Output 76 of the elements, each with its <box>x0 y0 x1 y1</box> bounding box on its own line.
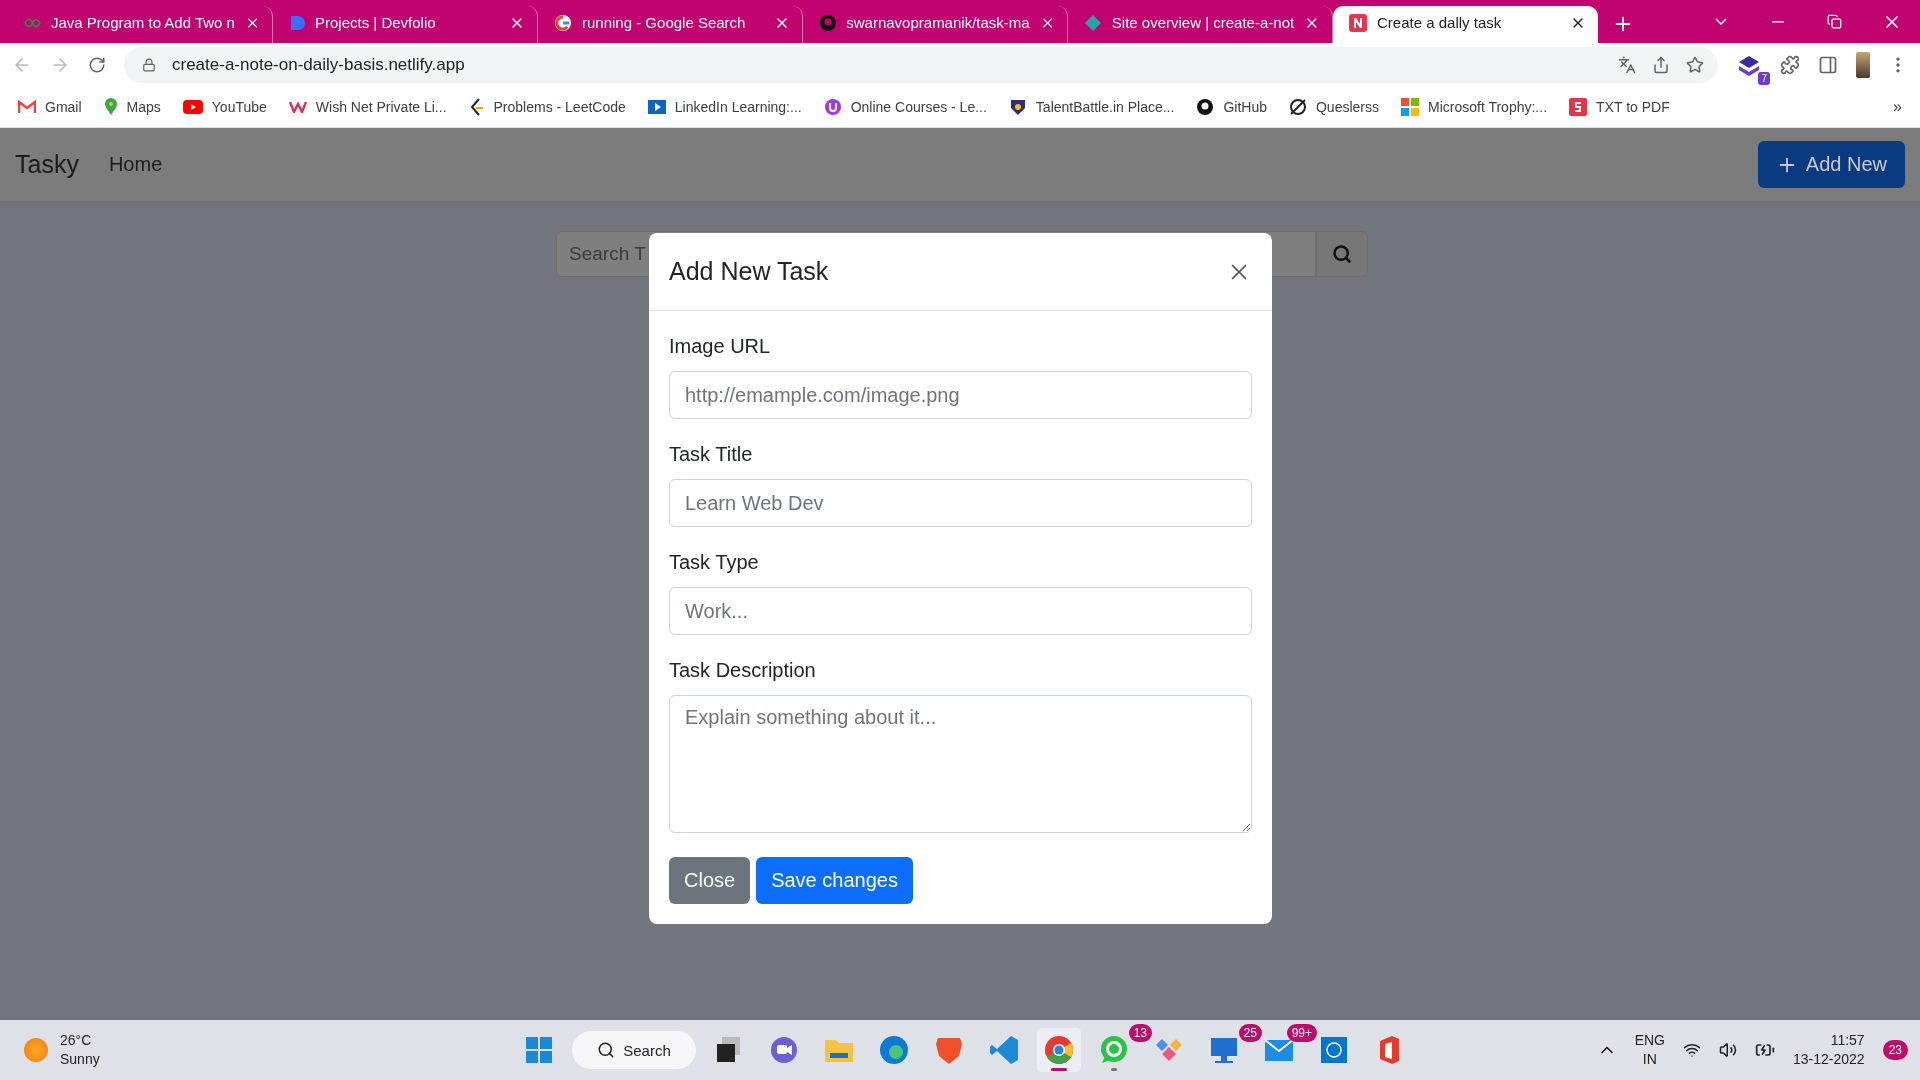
bookmark-link[interactable]: GitHub <box>1196 98 1267 116</box>
reload-icon[interactable] <box>88 56 106 74</box>
description-field[interactable]: Explain something about it... <box>669 695 1252 833</box>
translate-icon[interactable] <box>1618 56 1636 74</box>
bookmark-link[interactable]: Microsoft Trophy:... <box>1401 98 1548 116</box>
s-logo-icon <box>1569 98 1588 116</box>
running-indicator <box>1111 1068 1117 1071</box>
count-badge: 25 <box>1238 1024 1262 1042</box>
field-label: Image URL <box>669 334 772 359</box>
bookmark-link[interactable]: YouTube <box>182 99 267 115</box>
count-badge: 99+ <box>1286 1024 1317 1042</box>
blob-icon <box>289 14 305 31</box>
nav-link[interactable]: Home <box>108 153 163 176</box>
windows-logo-icon <box>1401 98 1419 116</box>
lock-icon <box>142 58 156 72</box>
input-field[interactable]: http://emample.com/image.png <box>669 371 1252 419</box>
minimize-icon <box>1771 20 1784 23</box>
url-text: create-a-note-on-daily-basis.netlify.app <box>172 55 466 75</box>
count-badge: 13 <box>1128 1024 1152 1042</box>
search-button[interactable] <box>1316 231 1368 277</box>
address-bar[interactable]: create-a-note-on-daily-basis.netlify.app <box>124 47 1718 83</box>
side-panel-icon[interactable] <box>1818 55 1838 75</box>
bookmark-link[interactable]: Wish Net Private Li... <box>288 99 447 115</box>
w-logo-icon <box>288 101 307 113</box>
browser-icon <box>877 1033 911 1067</box>
search-icon <box>1332 244 1352 264</box>
field-label: Task Description <box>669 658 817 683</box>
play-icon <box>647 100 666 114</box>
save-button[interactable]: Save changes <box>756 857 913 904</box>
wifi-icon[interactable] <box>1683 1041 1701 1059</box>
notification-badge[interactable]: 23 <box>1882 1040 1908 1060</box>
shield-icon <box>1008 98 1027 116</box>
chevron-down-icon <box>1714 18 1727 25</box>
volume-icon[interactable] <box>1719 1041 1737 1059</box>
input-field[interactable]: Work... <box>669 587 1252 635</box>
weather-condition: Sunny <box>60 1050 100 1069</box>
code-editor-icon <box>987 1033 1021 1067</box>
bookmark-link[interactable]: TXT to PDF <box>1569 98 1670 116</box>
language-indicator[interactable]: ENG IN <box>1634 1031 1665 1069</box>
browser-tab[interactable]: Create a dally task <box>1333 6 1598 43</box>
map-pin-icon <box>103 98 118 116</box>
count-badge: 7 <box>1758 72 1770 85</box>
restore-icon <box>1827 14 1842 29</box>
bookmark-link[interactable]: Gmail <box>18 99 82 115</box>
field-label: Task Type <box>669 550 760 575</box>
running-indicator <box>1051 1068 1067 1071</box>
play-icon <box>182 100 203 114</box>
leaf-icon <box>24 16 41 29</box>
bookmark-link[interactable]: Problems - LeetCode <box>468 98 626 116</box>
bookmark-link[interactable]: Online Courses - Le... <box>823 98 987 116</box>
crossed-circle-icon <box>1288 98 1307 116</box>
bookmark-star-icon[interactable] <box>1686 56 1704 74</box>
mail-icon <box>18 100 36 114</box>
close-button[interactable]: Close <box>669 857 751 904</box>
modal-title: Add New Task <box>669 257 829 286</box>
bookmark-link[interactable]: Queslerss <box>1288 98 1379 116</box>
bookmark-link[interactable]: LinkedIn Learning:... <box>647 99 802 115</box>
n-logo-icon <box>1349 13 1367 32</box>
bookmark-link[interactable]: TalentBattle.in Place... <box>1008 98 1175 116</box>
share-icon[interactable] <box>1652 56 1670 74</box>
u-logo-icon <box>823 98 842 116</box>
add-new-button[interactable]: Add New <box>1757 141 1905 188</box>
field-label: Task Title <box>669 442 754 467</box>
bookmark-link[interactable]: Maps <box>103 98 161 116</box>
bracket-icon <box>468 98 485 116</box>
taskbar-search-button[interactable]: Search <box>572 1031 696 1069</box>
extensions-icon[interactable] <box>1780 55 1800 75</box>
clock[interactable]: 11:57 13-12-2022 <box>1793 1031 1865 1069</box>
temperature-text: 26°C <box>60 1031 93 1050</box>
search-icon <box>597 1041 616 1059</box>
more-bookmarks-button[interactable]: » <box>1893 98 1902 116</box>
brand-link[interactable]: Tasky <box>15 150 79 179</box>
sun-icon <box>24 1038 48 1062</box>
profile-avatar[interactable] <box>1856 52 1870 78</box>
diamond-icon <box>1084 13 1102 32</box>
input-field[interactable]: Learn Web Dev <box>669 479 1252 527</box>
